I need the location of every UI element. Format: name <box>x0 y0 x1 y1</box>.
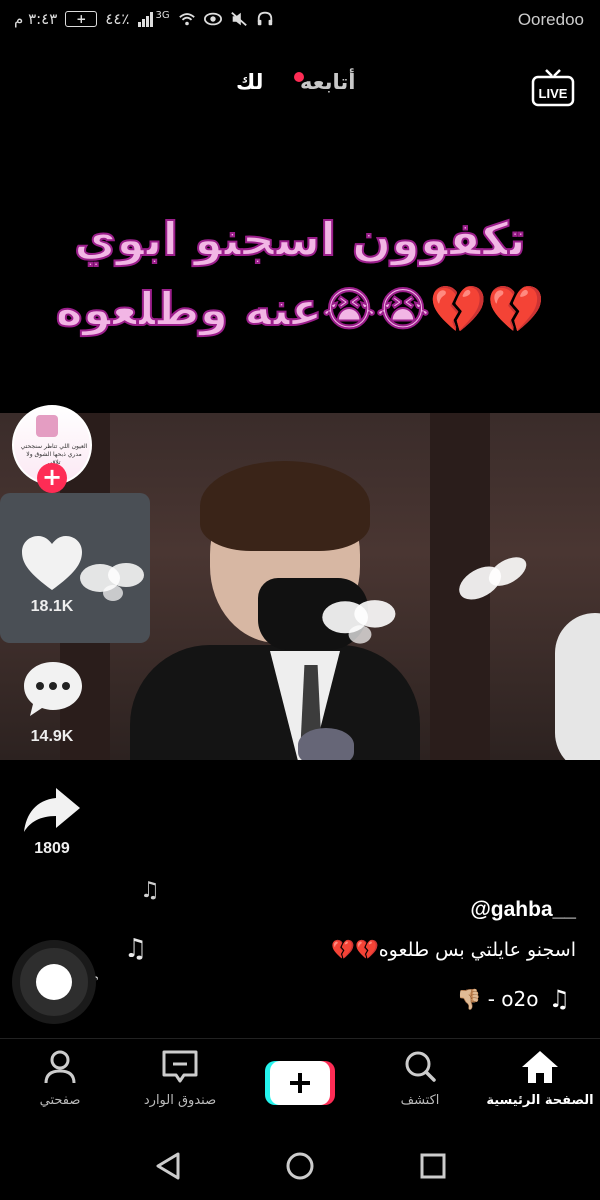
music-row[interactable]: 👎🏼 - o2o ♫ <box>456 985 570 1013</box>
disc-center <box>36 964 72 1000</box>
share-icon[interactable] <box>22 786 82 834</box>
nav-profile-label: صفحتي <box>39 1093 81 1108</box>
home-circle-icon <box>286 1152 314 1180</box>
avatar-thumbnail <box>36 415 58 437</box>
create-button[interactable] <box>265 1061 335 1105</box>
music-note-icon: ♫ <box>124 934 148 964</box>
tab-for-you[interactable]: لك <box>236 70 263 94</box>
butterfly-sticker <box>459 557 527 600</box>
signal-icon <box>138 12 154 27</box>
carrier-name: Ooredoo <box>517 10 584 29</box>
status-bar: ٣:٤٣ م + ٤٤٪ 3G Ooredoo <box>0 0 600 42</box>
microphone <box>298 728 354 760</box>
bottom-nav: الصفحة الرئيسية اكتشف صندوق الوارد صفحتي <box>0 1038 600 1120</box>
network-type: 3G <box>155 9 170 21</box>
comment-icon[interactable] <box>22 660 84 718</box>
nav-inbox-label: صندوق الوارد <box>143 1093 217 1108</box>
follow-button[interactable]: + <box>37 463 67 493</box>
overlay-caption-line-1: تكفوون اسجنو ابوي <box>73 211 527 267</box>
wifi-icon <box>178 13 195 26</box>
status-left: ٣:٤٣ م + ٤٤٪ 3G <box>14 10 274 28</box>
music-note-icon: ♫ <box>140 878 160 903</box>
live-label: LIVE <box>539 86 568 101</box>
share-count: 1809 <box>34 840 70 857</box>
nav-home[interactable]: الصفحة الرئيسية <box>480 1049 600 1108</box>
overlay-caption-line-2: عنه وطلعوه😭😭💔💔 <box>55 281 546 337</box>
nav-profile[interactable]: صفحتي <box>0 1049 120 1108</box>
butterfly-sticker <box>322 600 396 644</box>
system-nav-bar <box>156 1152 446 1180</box>
search-icon <box>405 1051 436 1082</box>
music-note-icon: ♫ <box>548 985 570 1013</box>
mute-icon <box>230 12 247 26</box>
recents-icon <box>420 1153 446 1179</box>
status-time: ٣:٤٣ م <box>14 10 58 28</box>
comment-count: 14.9K <box>30 728 74 745</box>
heart-icon[interactable] <box>20 534 84 592</box>
live-icon[interactable]: LIVE <box>530 68 576 108</box>
music-disc[interactable] <box>12 940 96 1024</box>
nav-home-label: الصفحة الرئيسية <box>486 1093 594 1108</box>
person-hair <box>200 461 370 551</box>
profile-icon <box>44 1050 76 1084</box>
post-caption: اسجنو عايلتي بس طلعوه💔💔 <box>331 939 576 961</box>
back-icon <box>156 1152 180 1180</box>
inbox-icon <box>162 1050 198 1083</box>
top-tabs: لك أتابعه LIVE <box>0 62 600 108</box>
headset-icon <box>257 11 272 26</box>
side-person <box>555 613 600 760</box>
tab-following[interactable]: أتابعه <box>300 70 355 94</box>
nav-inbox[interactable]: صندوق الوارد <box>120 1049 240 1108</box>
like-count: 18.1K <box>30 598 74 615</box>
battery-icon: + <box>65 11 98 27</box>
eye-icon <box>203 12 222 26</box>
battery-level: ٤٤٪ <box>105 10 130 28</box>
video-frame[interactable] <box>0 413 600 760</box>
nav-discover-label: اكتشف <box>400 1093 440 1108</box>
creator-username[interactable]: @gahba__ <box>470 898 576 922</box>
home-icon <box>522 1051 558 1083</box>
music-title: 👎🏼 - o2o <box>456 987 539 1011</box>
nav-discover[interactable]: اكتشف <box>360 1049 480 1108</box>
